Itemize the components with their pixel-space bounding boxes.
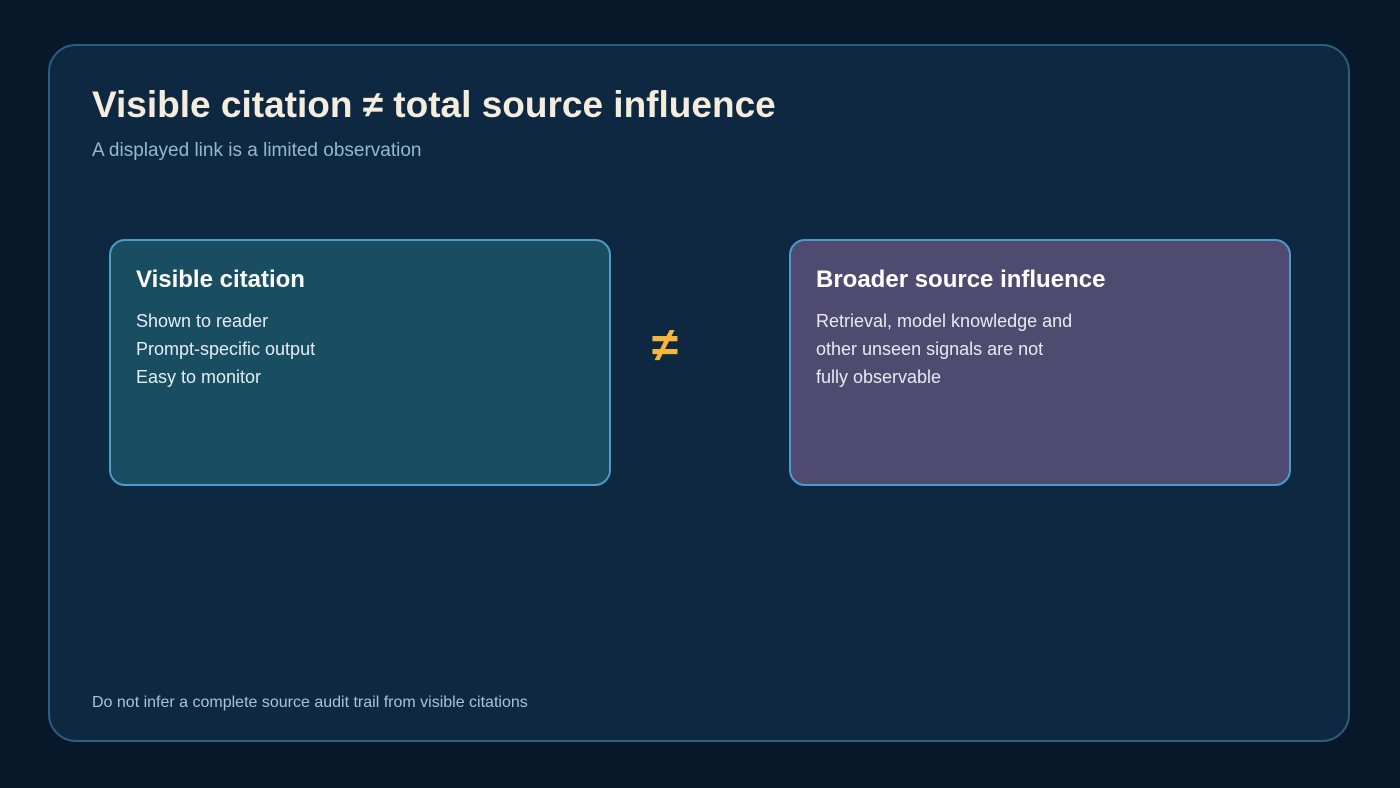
card-line: fully observable	[816, 367, 942, 387]
visible-citation-card: Visible citation Shown to reader Prompt-…	[109, 239, 611, 486]
card-title: Visible citation	[136, 266, 305, 293]
card-description: Retrieval, model knowledge and other uns…	[816, 307, 1072, 391]
footer-note: Do not infer a complete source audit tra…	[92, 694, 528, 711]
slide-subtitle: A displayed link is a limited observatio…	[92, 140, 422, 161]
source-influence-card: Broader source influence Retrieval, mode…	[789, 239, 1291, 486]
card-line: Shown to reader	[136, 311, 269, 331]
card-title: Broader source influence	[816, 266, 1106, 293]
card-line: other unseen signals are not	[816, 339, 1044, 359]
slide-title: Visible citation ≠ total source influenc…	[92, 84, 776, 125]
card-line: Prompt-specific output	[136, 339, 316, 359]
card-line: Retrieval, model knowledge and	[816, 311, 1073, 331]
card-description: Shown to reader Prompt-specific output E…	[136, 307, 315, 391]
not-equal-sign: ≠	[651, 319, 679, 372]
card-line: Easy to monitor	[136, 367, 262, 387]
